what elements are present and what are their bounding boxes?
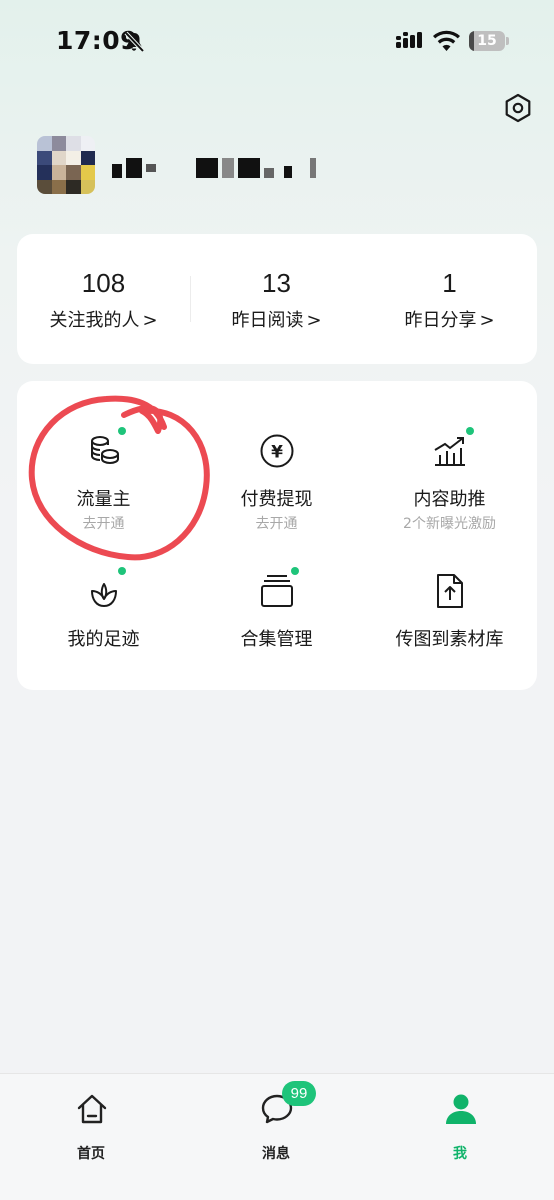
collection-icon	[261, 575, 293, 607]
tool-subtitle: 去开通	[255, 516, 298, 532]
stat-label-wrap: 昨日分享 >	[363, 306, 536, 332]
new-dot	[466, 427, 474, 435]
cellular-signal-icon	[396, 32, 422, 48]
sprout-icon	[91, 583, 117, 607]
bell-muted-icon	[124, 31, 145, 53]
tool-my-footprint[interactable]: 我的足迹	[17, 567, 190, 703]
avatar[interactable]	[37, 136, 95, 194]
tool-paid-withdraw[interactable]: ¥ 付费提现 去开通	[190, 433, 363, 563]
chevron-right-icon: >	[142, 310, 158, 331]
stat-label-wrap: 昨日阅读 >	[190, 306, 363, 332]
tools-card: 流量主 去开通 ¥ 付费提现 去开通 内容助推 2个新曝光激励 我的足迹 合集管…	[17, 381, 537, 690]
home-icon	[77, 1094, 107, 1124]
tool-subtitle: 去开通	[82, 516, 125, 532]
growth-chart-icon	[434, 437, 465, 466]
stat-label: 昨日分享	[404, 310, 477, 331]
tab-me[interactable]: 我	[410, 1088, 510, 1162]
upload-file-icon	[437, 574, 463, 608]
tab-bar: 首页 消息 我	[0, 1073, 554, 1200]
tool-name: 付费提现	[240, 489, 313, 510]
tab-label: 我	[453, 1146, 467, 1162]
wifi-icon	[433, 30, 460, 51]
stats-card: 108 关注我的人 > 13 昨日阅读 > 1 昨日分享 >	[17, 234, 537, 364]
tool-name: 传图到素材库	[395, 629, 504, 650]
tool-name: 流量主	[76, 489, 131, 510]
status-bar: 17:09 15	[0, 0, 554, 84]
tool-content-boost[interactable]: 内容助推 2个新曝光激励	[363, 427, 536, 563]
battery-icon: 15	[469, 31, 509, 51]
tab-label: 首页	[77, 1146, 105, 1162]
coins-icon	[91, 436, 119, 465]
person-icon	[446, 1094, 476, 1124]
stat-label-wrap: 关注我的人 >	[17, 306, 190, 332]
battery-body: 15	[469, 31, 505, 51]
tool-traffic-master[interactable]: 流量主 去开通	[17, 427, 190, 563]
battery-cap	[506, 37, 509, 45]
tool-subtitle: 2个新曝光激励	[403, 516, 496, 532]
battery-level: 15	[477, 33, 497, 49]
stat-yesterday-shares[interactable]: 1 昨日分享 >	[363, 234, 536, 364]
chevron-right-icon: >	[479, 310, 495, 331]
stat-value: 13	[262, 268, 291, 298]
username-pixelated[interactable]	[112, 158, 322, 180]
stat-label: 关注我的人	[49, 310, 140, 331]
tool-name: 我的足迹	[67, 629, 140, 650]
stat-value: 108	[81, 268, 126, 298]
yen-circle-icon: ¥	[260, 434, 294, 468]
tool-name: 合集管理	[240, 629, 313, 650]
stat-value: 1	[442, 268, 457, 298]
settings-hexagon-icon[interactable]	[503, 93, 533, 123]
chevron-right-icon: >	[306, 310, 322, 331]
stat-label: 昨日阅读	[231, 310, 304, 331]
svg-text:¥: ¥	[271, 443, 283, 463]
new-dot	[118, 427, 126, 435]
tool-upload-material[interactable]: 传图到素材库	[363, 573, 536, 703]
new-dot	[291, 567, 299, 575]
stat-followers[interactable]: 108 关注我的人 >	[17, 234, 190, 364]
tool-collection-manage[interactable]: 合集管理	[190, 567, 363, 703]
new-dot	[118, 567, 126, 575]
tab-label: 消息	[262, 1146, 290, 1162]
stat-yesterday-reads[interactable]: 13 昨日阅读 >	[190, 234, 363, 364]
tab-home[interactable]: 首页	[41, 1088, 141, 1162]
message-count-badge: 99	[282, 1081, 316, 1106]
tool-name: 内容助推	[413, 489, 486, 510]
